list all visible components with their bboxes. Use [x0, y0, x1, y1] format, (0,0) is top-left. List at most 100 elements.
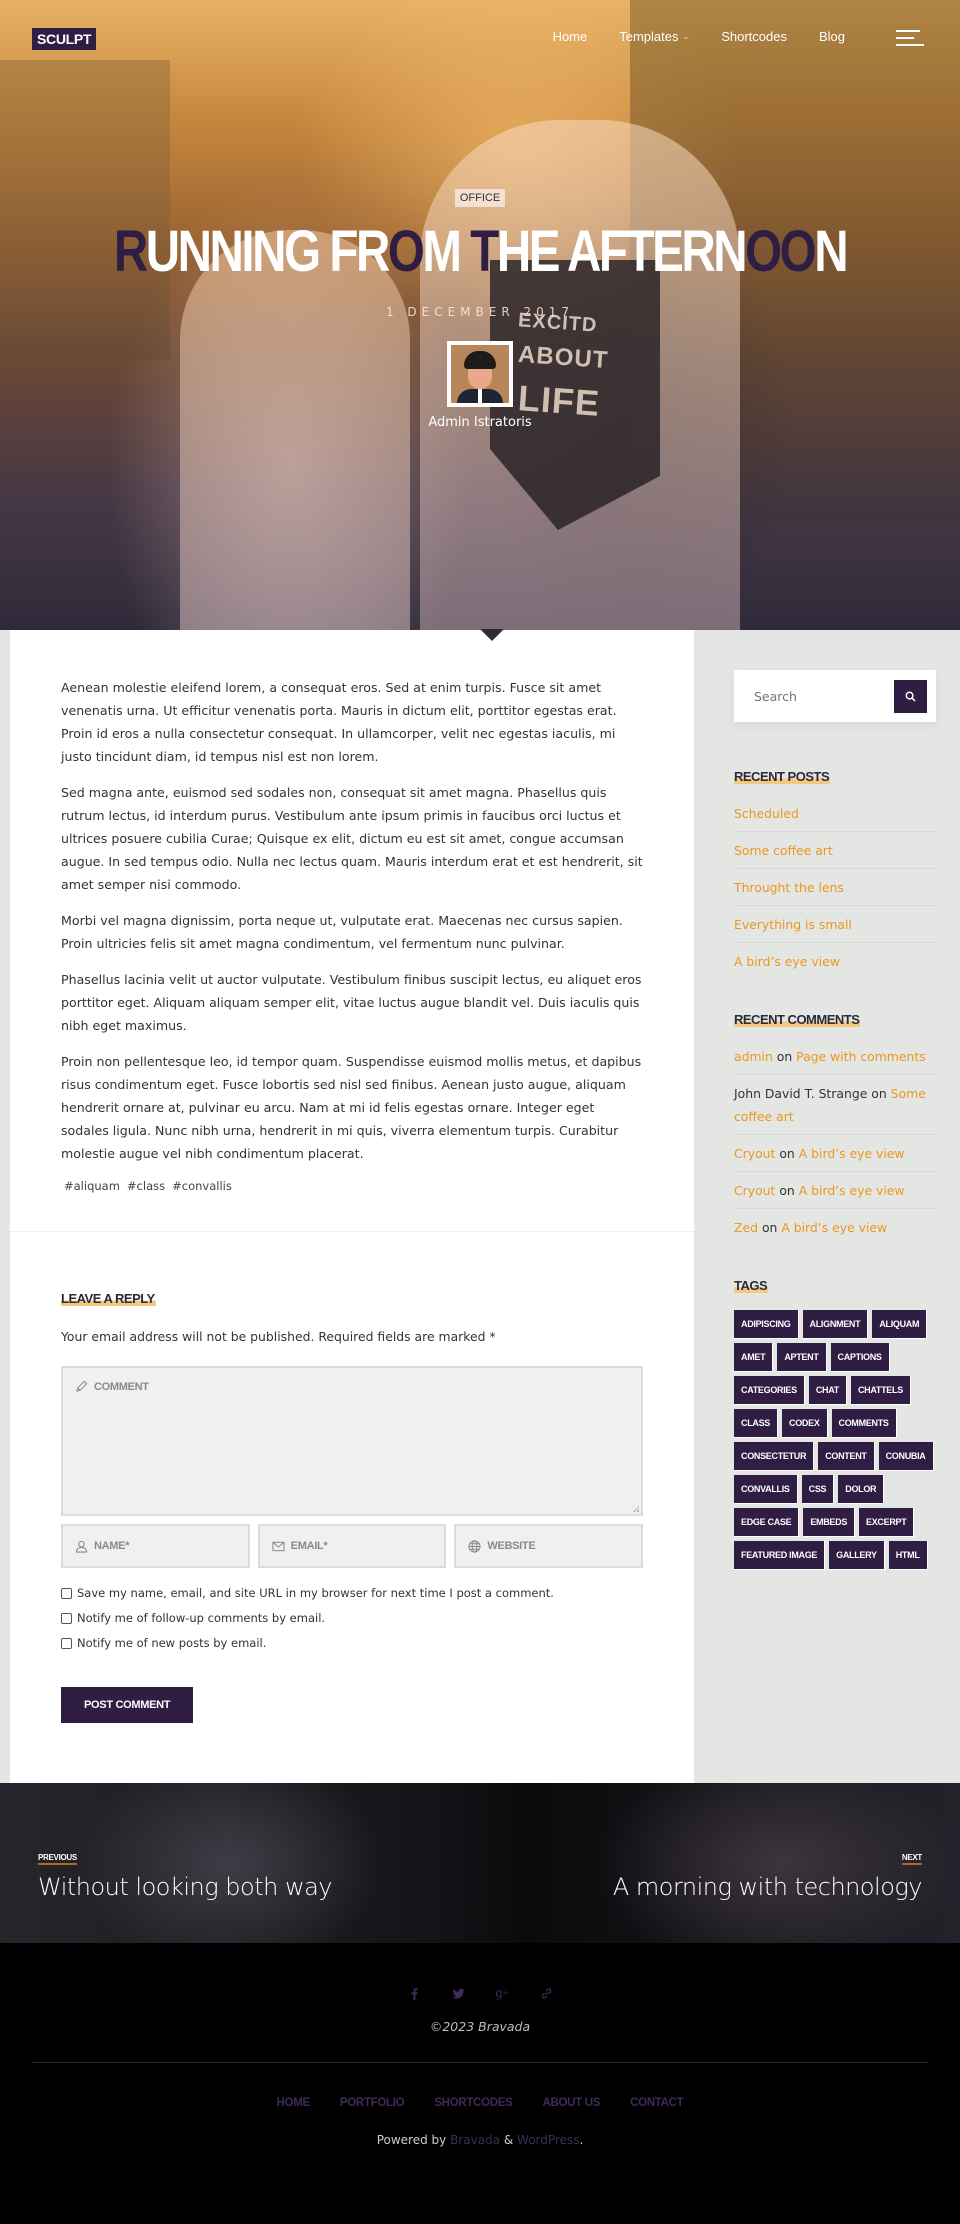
category-badge[interactable]: OFFICE	[454, 189, 506, 207]
google-plus-icon[interactable]: g +	[494, 1985, 510, 2001]
comment-post-link[interactable]: Page with comments	[796, 1049, 925, 1064]
pencil-icon	[76, 1380, 88, 1392]
comment-author-link[interactable]: Cryout	[734, 1183, 775, 1198]
nav-item-templates[interactable]: Templates ⌄	[619, 29, 689, 44]
footer-link-home[interactable]: HOME	[277, 2097, 311, 2109]
recent-post-link[interactable]: Everything is small	[734, 917, 852, 932]
tag-link[interactable]: CONVALLIS	[734, 1475, 798, 1504]
hamburger-icon[interactable]	[896, 30, 924, 48]
tag-link[interactable]: CATEGORIES	[734, 1376, 805, 1405]
tag-link[interactable]: CHAT	[808, 1376, 847, 1405]
footer-link-contact[interactable]: CONTACT	[630, 2097, 684, 2109]
list-item: Throught the lens	[734, 869, 938, 906]
tag-link[interactable]: CONTENT	[818, 1442, 875, 1471]
tag-link[interactable]: EMBEDS	[803, 1508, 856, 1537]
tag-link[interactable]: FEATURED IMAGE	[734, 1541, 826, 1570]
comment-post-link[interactable]: A bird’s eye view	[799, 1183, 905, 1198]
widget-title: TAGS	[734, 1278, 769, 1293]
post-tag-link[interactable]: #aliquam	[64, 1179, 120, 1193]
title-text: HE AFTERN	[496, 219, 748, 284]
comment-author-link[interactable]: admin	[734, 1049, 773, 1064]
avatar[interactable]	[447, 341, 513, 407]
list-item: Cryout on A bird’s eye view	[734, 1172, 938, 1209]
wordpress-link[interactable]: WordPress	[517, 2133, 579, 2147]
email-placeholder-text: EMAIL*	[290, 1540, 328, 1552]
sidebar: RECENT POSTS Scheduled Some coffee art T…	[694, 630, 960, 1783]
email-field[interactable]: EMAIL*	[257, 1524, 447, 1568]
search-icon	[905, 691, 916, 702]
recent-post-link[interactable]: Scheduled	[734, 806, 799, 821]
footer-link-about-us[interactable]: ABOUT US	[542, 2097, 600, 2109]
checkbox-box[interactable]	[61, 1587, 72, 1599]
tag-link[interactable]: ALIQUAM	[872, 1310, 928, 1339]
theme-link[interactable]: Bravada	[450, 2133, 500, 2147]
list-item: John David T. Strange on Some coffee art	[734, 1075, 938, 1135]
tag-link[interactable]: CHATTELS	[850, 1376, 911, 1405]
website-field[interactable]: WEBSITE	[454, 1524, 644, 1568]
tag-link[interactable]: ALIGNMENT	[802, 1310, 869, 1339]
tag-link[interactable]: CONUBIA	[878, 1442, 934, 1471]
comment-post-link[interactable]: A bird’s eye view	[799, 1146, 905, 1161]
recent-post-link[interactable]: Some coffee art	[734, 843, 833, 858]
nav-item-home[interactable]: Home	[553, 29, 588, 44]
post-comment-button[interactable]: POST COMMENT	[61, 1687, 194, 1723]
tag-link[interactable]: CSS	[801, 1475, 835, 1504]
website-placeholder: WEBSITE	[468, 1539, 536, 1553]
author-name[interactable]: Admin Istratoris	[0, 415, 960, 430]
comment-textarea[interactable]: COMMENT	[61, 1366, 643, 1516]
content-area: Aenean molestie eleifend lorem, a conseq…	[0, 629, 960, 1783]
checkbox-box[interactable]	[61, 1612, 72, 1624]
comment-post-link[interactable]: A bird’s eye view	[781, 1220, 887, 1235]
post-tag-link[interactable]: #convallis	[172, 1179, 232, 1193]
resize-handle[interactable]	[633, 1506, 639, 1512]
hero-header: EXCITD ABOUT LIFE SCULPT Home Templates ⌄…	[0, 0, 960, 630]
recent-post-link[interactable]: A bird’s eye view	[734, 954, 840, 969]
tag-link[interactable]: COMMENTS	[831, 1409, 897, 1438]
search-button[interactable]	[894, 679, 927, 713]
site-logo[interactable]: SCULPT	[32, 28, 97, 50]
previous-post-link[interactable]: Without looking both way	[38, 1873, 332, 1901]
footer-link-shortcodes[interactable]: SHORTCODES	[434, 2097, 512, 2109]
comment-author-link[interactable]: Zed	[734, 1220, 758, 1235]
tag-link[interactable]: GALLERY	[829, 1541, 885, 1570]
previous-label: PREVIOUS	[38, 1853, 77, 1865]
recent-post-link[interactable]: Throught the lens	[734, 880, 844, 895]
tag-link[interactable]: CODEX	[782, 1409, 828, 1438]
notify-posts-checkbox[interactable]: Notify me of new posts by email.	[61, 1636, 644, 1650]
tag-link[interactable]: EDGE CASE	[734, 1508, 800, 1537]
post-tag-link[interactable]: #class	[127, 1179, 165, 1193]
tag-link[interactable]: APTENT	[777, 1343, 827, 1372]
tag-link[interactable]: CAPTIONS	[830, 1343, 890, 1372]
tag-link[interactable]: HTML	[888, 1541, 928, 1570]
notify-comments-checkbox[interactable]: Notify me of follow-up comments by email…	[61, 1611, 644, 1625]
name-field[interactable]: NAME*	[61, 1524, 250, 1568]
tag-link[interactable]: CLASS	[734, 1409, 779, 1438]
title-text: N	[814, 219, 848, 284]
list-item: Everything is small	[734, 906, 938, 943]
next-post-link[interactable]: A morning with technology	[613, 1873, 923, 1901]
comment-author-link[interactable]: Cryout	[734, 1146, 775, 1161]
link-icon[interactable]	[538, 1985, 554, 2001]
site-footer: g + ©2023 Bravada HOME PORTFOLIO SHORTCOD…	[0, 1943, 960, 2197]
nav-item-shortcodes[interactable]: Shortcodes	[721, 29, 787, 44]
list-item: Zed on A bird’s eye view	[734, 1209, 938, 1245]
comment-placeholder-text: COMMENT	[94, 1380, 149, 1393]
tag-link[interactable]: CONSECTETUR	[734, 1442, 815, 1471]
comment-options: Save my name, email, and site URL in my …	[61, 1586, 644, 1650]
article-paragraph: Sed magna ante, euismod sed sodales non,…	[61, 785, 643, 892]
facebook-icon[interactable]	[406, 1985, 422, 2001]
main-menu: Home Templates ⌄ Shortcodes Blog	[553, 29, 845, 44]
footer-link-portfolio[interactable]: PORTFOLIO	[340, 2097, 405, 2109]
save-info-checkbox[interactable]: Save my name, email, and site URL in my …	[61, 1586, 644, 1600]
checkbox-box[interactable]	[61, 1637, 72, 1649]
twitter-icon[interactable]	[450, 1985, 466, 2001]
list-item: Some coffee art	[734, 832, 938, 869]
nav-item-blog[interactable]: Blog	[819, 29, 845, 44]
tag-link[interactable]: DOLOR	[838, 1475, 885, 1504]
list-item: admin on Page with comments	[734, 1038, 938, 1075]
tag-link[interactable]: AMET	[734, 1343, 774, 1372]
tag-link[interactable]: EXCERPT	[859, 1508, 915, 1537]
tag-link[interactable]: ADIPISCING	[734, 1310, 799, 1339]
search-input[interactable]	[754, 688, 874, 704]
checkbox-label: Notify me of new posts by email.	[77, 1636, 267, 1650]
